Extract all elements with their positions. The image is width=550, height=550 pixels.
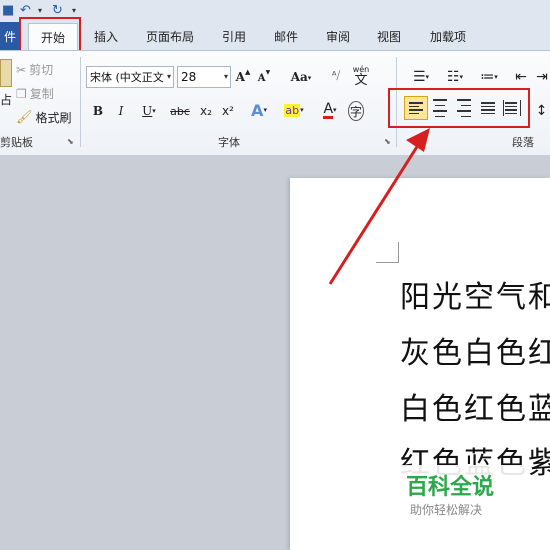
annotation-arrow: [328, 128, 430, 285]
arrow-shaft: [328, 141, 422, 285]
arrow-head: [406, 128, 430, 152]
